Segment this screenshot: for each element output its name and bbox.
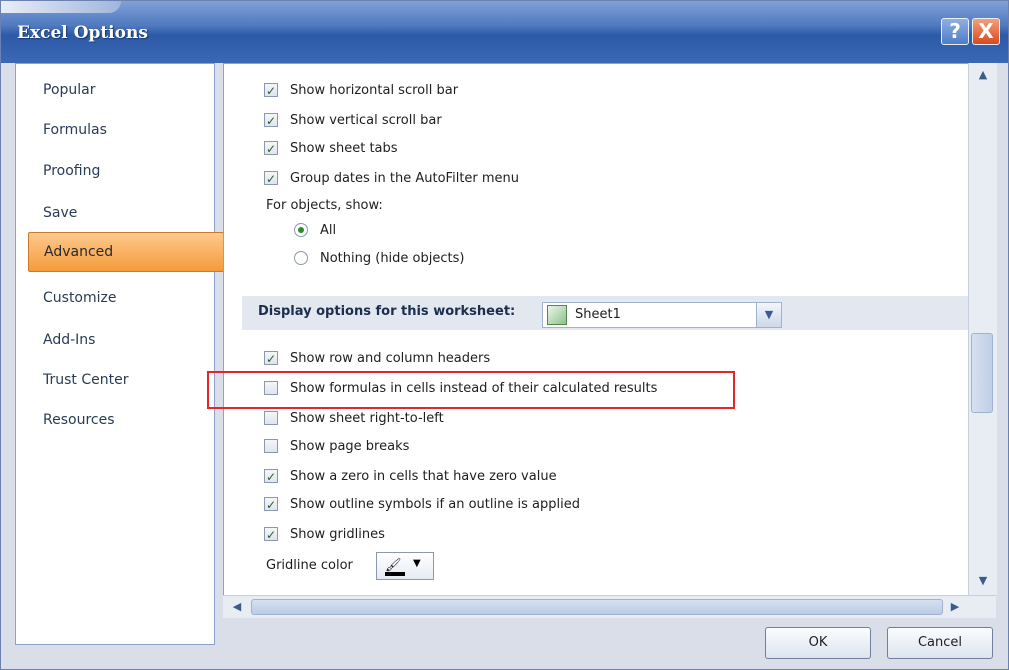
excel-options-dialog: Excel Options ? X Popular Formulas Proof…: [0, 0, 1009, 670]
option-label: Nothing (hide objects): [320, 251, 465, 266]
checkbox[interactable]: [264, 138, 278, 160]
option-label: Show sheet right-to-left: [290, 411, 444, 426]
checkbox[interactable]: [264, 348, 278, 370]
option-label: Show horizontal scroll bar: [290, 83, 459, 98]
sidebar-item-save[interactable]: Save: [28, 199, 214, 227]
scroll-down-icon[interactable]: ▼: [975, 573, 991, 589]
scroll-thumb[interactable]: [971, 333, 993, 413]
sheet-icon: [547, 305, 567, 325]
option-label: Show row and column headers: [290, 351, 491, 366]
worksheet-select-value: Sheet1: [575, 307, 621, 322]
scroll-up-icon[interactable]: ▲: [975, 67, 991, 83]
office-logo: [1, 1, 121, 13]
sidebar-item-proofing[interactable]: Proofing: [28, 157, 214, 185]
chevron-down-icon[interactable]: ▼: [756, 303, 781, 327]
advanced-options-panel: Show horizontal scroll bar Show vertical…: [223, 63, 969, 596]
checkbox[interactable]: [264, 110, 278, 132]
option-label: Show a zero in cells that have zero valu…: [290, 469, 557, 484]
option-label: Show sheet tabs: [290, 141, 398, 156]
option-label: Show page breaks: [290, 439, 410, 454]
section-label: Display options for this worksheet:: [258, 304, 516, 319]
sidebar-item-popular[interactable]: Popular: [28, 76, 214, 104]
option-label: Show outline symbols if an outline is ap…: [290, 497, 580, 512]
sidebar-item-advanced[interactable]: Advanced: [28, 232, 224, 272]
close-button[interactable]: X: [972, 18, 1000, 45]
help-button[interactable]: ?: [941, 18, 969, 45]
checkbox[interactable]: [264, 80, 278, 102]
window-title: Excel Options: [17, 23, 148, 43]
option-label: All: [320, 223, 337, 238]
horizontal-scrollbar[interactable]: ◀ ▶: [223, 595, 996, 618]
option-label: Show gridlines: [290, 527, 385, 542]
sidebar-item-trust-center[interactable]: Trust Center: [28, 366, 214, 394]
radio-button[interactable]: [294, 223, 308, 237]
checkbox[interactable]: [264, 168, 278, 190]
checkbox[interactable]: [264, 411, 278, 425]
cancel-button[interactable]: Cancel: [887, 627, 993, 659]
sidebar-item-formulas[interactable]: Formulas: [28, 116, 214, 144]
sidebar-item-resources[interactable]: Resources: [28, 406, 214, 434]
sidebar-item-customize[interactable]: Customize: [28, 284, 214, 312]
checkbox[interactable]: [264, 494, 278, 516]
option-label: Show vertical scroll bar: [290, 113, 442, 128]
paint-bucket-icon: 🖌: [385, 558, 405, 576]
options-sidebar: Popular Formulas Proofing Save Advanced …: [15, 63, 224, 645]
sidebar-item-add-ins[interactable]: Add-Ins: [28, 326, 214, 354]
title-bar[interactable]: Excel Options ? X: [1, 1, 1008, 63]
worksheet-select[interactable]: Sheet1 ▼: [542, 302, 782, 328]
highlight-box: [207, 371, 735, 409]
scroll-thumb[interactable]: [251, 599, 943, 615]
vertical-scrollbar[interactable]: ▲ ▼: [968, 63, 997, 595]
checkbox[interactable]: [264, 439, 278, 453]
scroll-right-icon[interactable]: ▶: [947, 598, 963, 616]
objects-heading: For objects, show:: [266, 198, 383, 213]
ok-button[interactable]: OK: [765, 627, 871, 659]
scroll-left-icon[interactable]: ◀: [229, 598, 245, 616]
option-label: Group dates in the AutoFilter menu: [290, 171, 520, 186]
checkbox[interactable]: [264, 466, 278, 488]
radio-button[interactable]: [294, 251, 308, 265]
chevron-down-icon: ▼: [413, 558, 421, 569]
gridline-color-label: Gridline color: [266, 558, 353, 573]
checkbox[interactable]: [264, 524, 278, 546]
gridline-color-button[interactable]: 🖌 ▼: [376, 552, 434, 580]
